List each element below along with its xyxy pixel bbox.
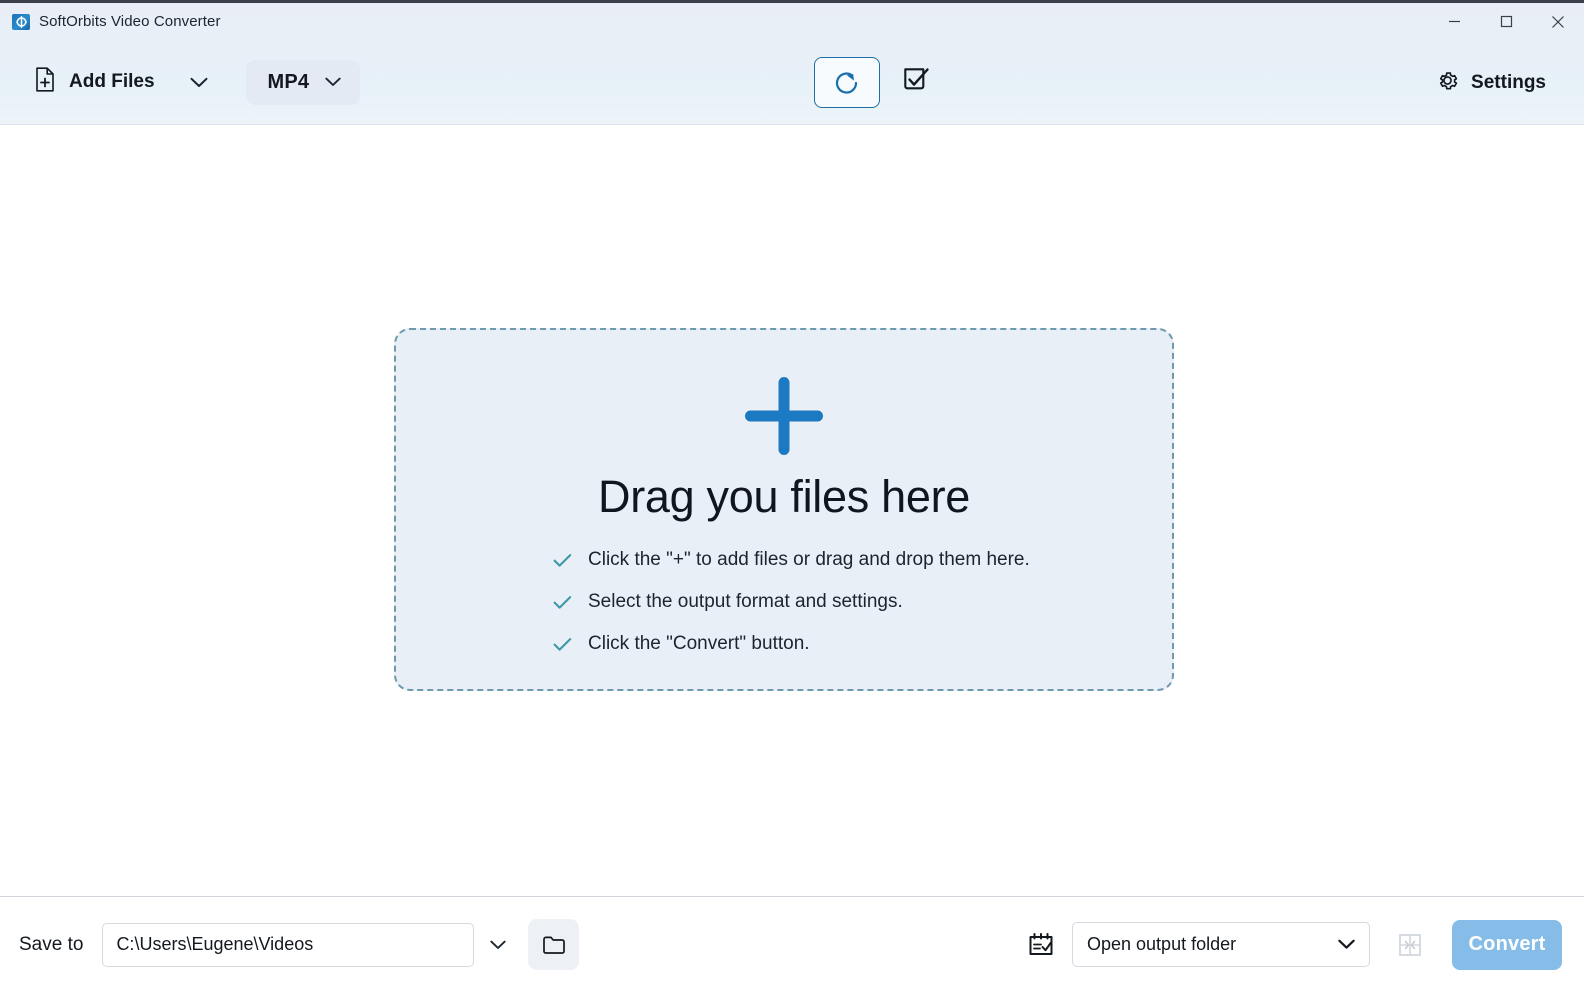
title-bar-left: SoftOrbits Video Converter bbox=[0, 13, 221, 30]
main-content: Drag you files here Click the "+" to add… bbox=[0, 125, 1584, 896]
add-files-label: Add Files bbox=[69, 71, 155, 92]
app-window: SoftOrbits Video Converter Add Files MP4… bbox=[0, 0, 1584, 992]
toolbar-center-group bbox=[814, 40, 942, 125]
add-files-button[interactable]: Add Files bbox=[26, 58, 167, 106]
chevron-down-icon bbox=[190, 77, 208, 87]
maximize-icon bbox=[1500, 15, 1512, 28]
bottom-bar: Save to C:\Users\Eugene\Videos Open outp… bbox=[0, 896, 1584, 992]
bottom-bar-right-group: Open output folder Convert bbox=[1019, 919, 1562, 970]
tip-text: Select the output format and settings. bbox=[588, 591, 903, 612]
window-controls bbox=[1428, 3, 1584, 40]
output-path-input[interactable] bbox=[102, 922, 475, 967]
chevron-down-icon bbox=[1338, 939, 1355, 949]
save-to-label: Save to bbox=[19, 933, 84, 955]
chevron-down-icon bbox=[325, 77, 341, 86]
maximize-button[interactable] bbox=[1480, 3, 1532, 40]
drop-zone-title: Drag you files here bbox=[598, 471, 970, 522]
drop-zone-tips: Click the "+" to add files or drag and d… bbox=[553, 549, 1030, 655]
close-icon bbox=[1552, 15, 1564, 28]
post-action-select[interactable]: Open output folder bbox=[1072, 922, 1370, 967]
list-item: Click the "Convert" button. bbox=[553, 633, 1030, 655]
post-action-label: Open output folder bbox=[1087, 934, 1237, 954]
plus-icon[interactable] bbox=[745, 377, 823, 455]
check-icon bbox=[553, 553, 572, 567]
list-item: Click the "+" to add files or drag and d… bbox=[553, 549, 1030, 571]
chevron-down-icon bbox=[490, 940, 507, 949]
add-files-dropdown-button[interactable] bbox=[179, 62, 219, 102]
output-format-label: MP4 bbox=[267, 70, 310, 93]
check-icon bbox=[553, 637, 572, 651]
folder-icon bbox=[543, 936, 565, 954]
convert-button[interactable]: Convert bbox=[1452, 919, 1562, 970]
output-path-dropdown-button[interactable] bbox=[477, 924, 519, 966]
close-button[interactable] bbox=[1532, 3, 1584, 40]
settings-button[interactable]: Settings bbox=[1422, 60, 1560, 106]
list-item: Select the output format and settings. bbox=[553, 591, 1030, 613]
minimize-button[interactable] bbox=[1428, 3, 1480, 40]
merge-files-icon bbox=[1399, 933, 1421, 956]
main-toolbar: Add Files MP4 Settings bbox=[0, 40, 1584, 125]
calendar-check-icon bbox=[1029, 932, 1053, 955]
file-add-icon bbox=[34, 67, 56, 97]
schedule-button[interactable] bbox=[1019, 923, 1063, 967]
toolbar-right-group: Settings bbox=[1422, 40, 1560, 125]
select-all-button[interactable] bbox=[894, 59, 942, 107]
output-format-button[interactable]: MP4 bbox=[245, 59, 361, 105]
file-drop-zone[interactable]: Drag you files here Click the "+" to add… bbox=[394, 328, 1174, 691]
toolbar-left-group: Add Files MP4 bbox=[0, 58, 361, 106]
rotate-button[interactable] bbox=[814, 57, 880, 108]
merge-files-button[interactable] bbox=[1386, 921, 1434, 969]
tip-text: Click the "Convert" button. bbox=[588, 633, 810, 654]
gear-icon bbox=[1436, 69, 1459, 97]
window-title: SoftOrbits Video Converter bbox=[39, 13, 221, 30]
tip-text: Click the "+" to add files or drag and d… bbox=[588, 549, 1030, 570]
app-logo-icon bbox=[12, 13, 30, 30]
checkbox-checked-icon bbox=[903, 68, 929, 90]
settings-label: Settings bbox=[1471, 71, 1546, 93]
check-icon bbox=[553, 595, 572, 609]
minimize-icon bbox=[1448, 20, 1460, 23]
rotate-clockwise-icon bbox=[835, 71, 858, 94]
title-bar: SoftOrbits Video Converter bbox=[0, 0, 1584, 40]
browse-folder-button[interactable] bbox=[528, 919, 580, 970]
